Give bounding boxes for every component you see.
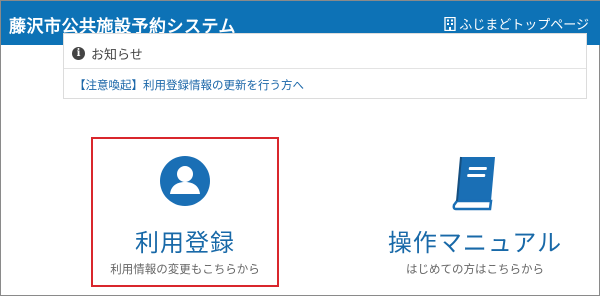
- operation-manual-label: 操作マニュアル: [387, 229, 563, 257]
- info-icon: i: [72, 47, 85, 60]
- operation-manual-card[interactable]: 操作マニュアル はじめての方はこちらから: [381, 137, 569, 287]
- user-icon: [159, 155, 211, 207]
- top-link-label: ふじまどトップページ: [459, 18, 589, 33]
- notice-panel: i お知らせ 【注意喚起】利用登録情報の更新を行う方へ: [63, 33, 587, 99]
- notice-divider: [64, 68, 586, 69]
- user-registration-label: 利用登録: [135, 229, 235, 257]
- notice-title-row: i お知らせ: [72, 44, 143, 63]
- notice-link[interactable]: 【注意喚起】利用登録情報の更新を行う方へ: [74, 77, 304, 93]
- book-icon: [451, 155, 499, 211]
- operation-manual-subtext: はじめての方はこちらから: [406, 262, 544, 276]
- building-icon: [444, 16, 456, 31]
- fujimado-top-page-link[interactable]: ふじまどトップページ: [444, 14, 589, 33]
- user-registration-subtext: 利用情報の変更もこちらから: [110, 262, 260, 276]
- notice-title: お知らせ: [91, 48, 143, 63]
- user-registration-card[interactable]: 利用登録 利用情報の変更もこちらから: [91, 137, 279, 287]
